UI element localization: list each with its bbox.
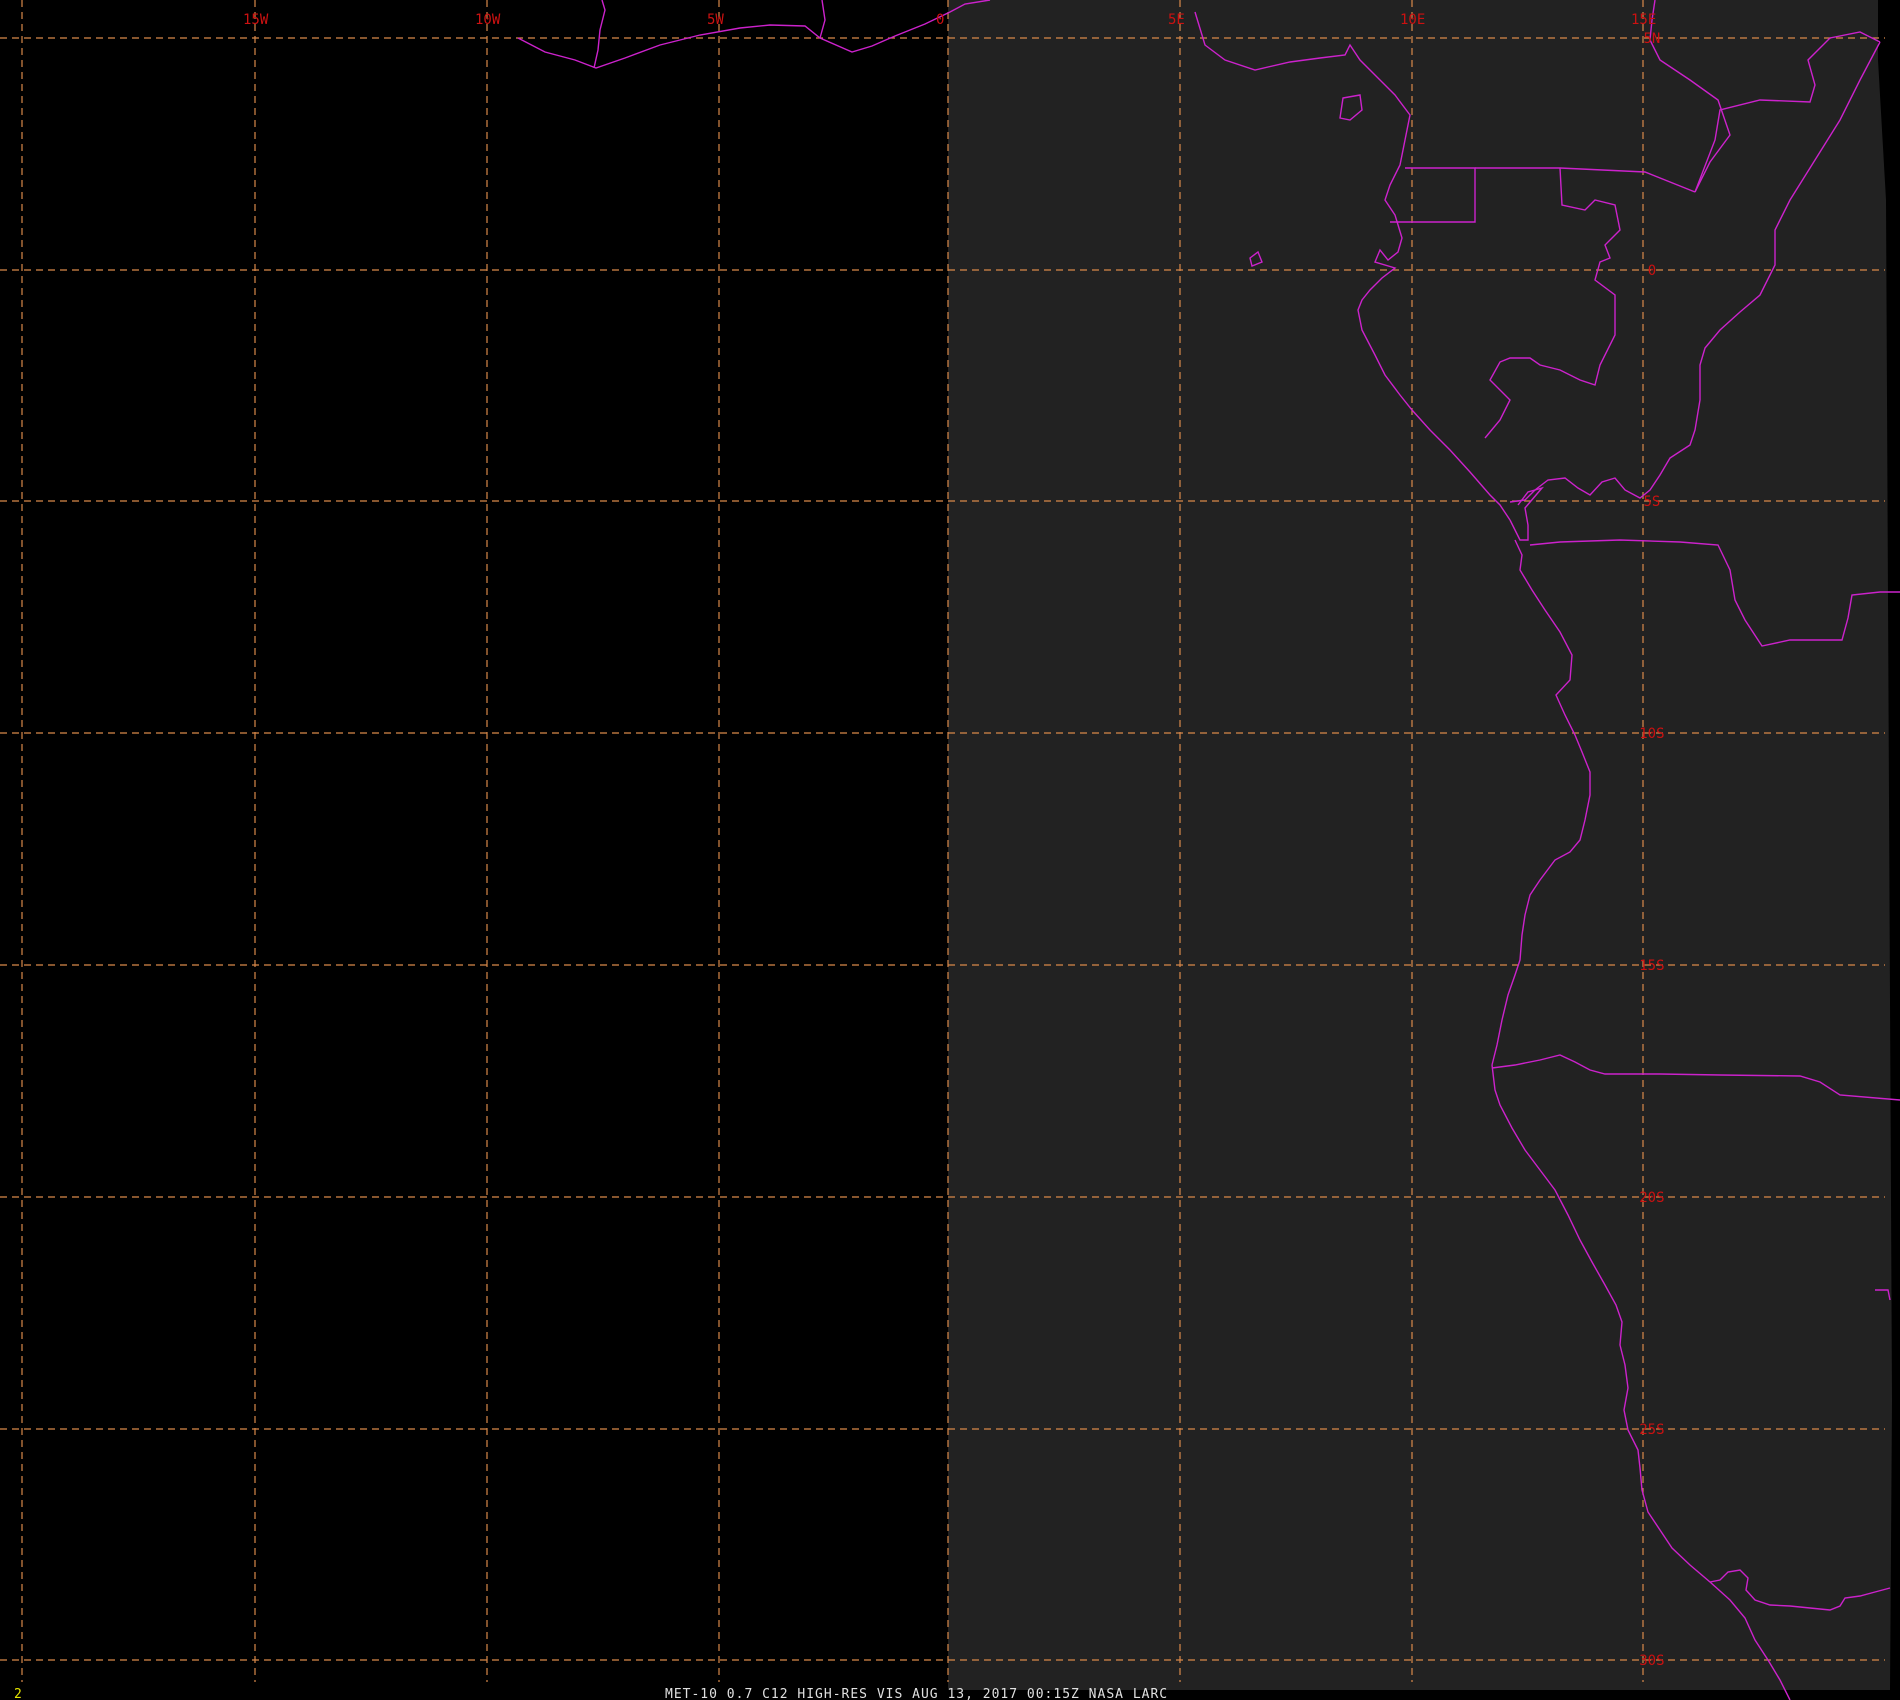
latitude-label: 5S xyxy=(1644,494,1661,510)
satellite-map: 15W 10W 5W 0 5E 10E 15E5N05S10S15S20S25S30S 2 … xyxy=(0,0,1900,1700)
latitude-label: 5N xyxy=(1644,31,1661,47)
latitude-label: 0 xyxy=(1648,263,1656,279)
latitude-label: 25S xyxy=(1639,1422,1664,1438)
latitude-label: 20S xyxy=(1639,1190,1664,1206)
longitude-label: 5W xyxy=(707,12,724,28)
longitude-label: 5E xyxy=(1168,12,1185,28)
longitude-label: 0 xyxy=(936,12,944,28)
satellite-coverage-area xyxy=(948,0,1892,1690)
longitude-label: 15W xyxy=(243,12,269,28)
latitude-label: 30S xyxy=(1639,1653,1664,1669)
latitude-label: 10S xyxy=(1639,726,1664,742)
longitude-label: 10W xyxy=(475,12,501,28)
frame-number: 2 xyxy=(14,1687,22,1700)
longitude-label: 10E xyxy=(1400,12,1425,28)
latitude-label: 15S xyxy=(1639,958,1664,974)
image-caption: MET-10 0.7 C12 HIGH-RES VIS AUG 13, 2017… xyxy=(665,1687,1168,1700)
longitude-label: 15E xyxy=(1631,12,1656,28)
